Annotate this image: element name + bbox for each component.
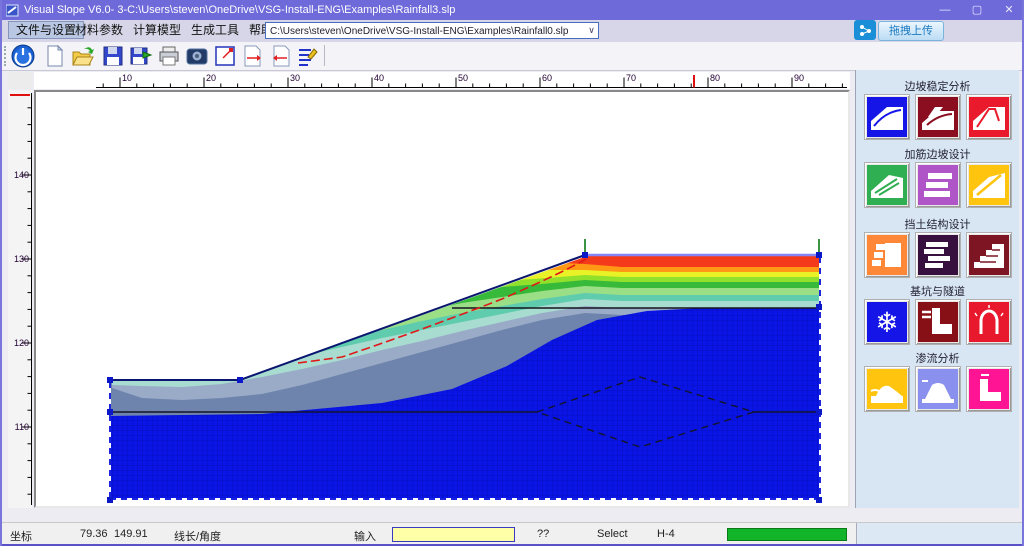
- window-layout-icon[interactable]: [212, 43, 238, 69]
- svg-text:70: 70: [626, 73, 636, 83]
- svg-text:20: 20: [206, 73, 216, 83]
- close-button[interactable]: ✕: [996, 2, 1022, 18]
- horizontal-ruler: 10 20 30 40 50 60 70 80 90: [34, 72, 850, 89]
- toolbar-separator: [324, 45, 325, 66]
- open-folder-icon[interactable]: [70, 43, 96, 69]
- button-slope-stability-soil[interactable]: [864, 94, 910, 140]
- lower-gap: [2, 508, 1024, 522]
- combo-dropdown-arrow-icon[interactable]: ∨: [585, 23, 598, 38]
- analysis-panel: 边坡稳定分析 加筋边坡设计 挡土结构设计 基坑与隧道 渗流分析: [855, 70, 1019, 522]
- command-input-field[interactable]: [392, 527, 515, 542]
- status-unknown-value: ??: [537, 528, 549, 540]
- group-title-seepage-analysis: 渗流分析: [856, 350, 1019, 366]
- group-title-reinforced-slope: 加筋边坡设计: [856, 146, 1019, 162]
- svg-text:40: 40: [374, 73, 384, 83]
- button-slope-stability-block[interactable]: [915, 94, 961, 140]
- progress-bar: [727, 528, 847, 541]
- button-seepage-structure[interactable]: [966, 366, 1012, 412]
- svg-text:30: 30: [290, 73, 300, 83]
- menu-generate-tools[interactable]: 生成工具: [184, 22, 246, 38]
- title-bar: Visual Slope V6.0- 3-C:\Users\steven\One…: [2, 0, 1024, 20]
- group-title-slope-stability: 边坡稳定分析: [856, 78, 1019, 94]
- share-link-icon[interactable]: [854, 20, 876, 40]
- button-reinforced-layers[interactable]: [915, 162, 961, 208]
- vertical-ruler: 140 130 120 110: [8, 90, 32, 508]
- group-title-retaining-structure: 挡土结构设计: [856, 216, 1019, 232]
- button-seepage-embankment[interactable]: [915, 366, 961, 412]
- coord-y-value: 149.91: [114, 528, 148, 540]
- select-mode-label: Select: [597, 528, 628, 540]
- length-angle-label: 线长/角度: [174, 528, 221, 544]
- page-forward-icon[interactable]: [240, 43, 266, 69]
- button-reinforced-slope-gold[interactable]: [966, 162, 1012, 208]
- input-label: 输入: [354, 528, 376, 544]
- group-title-excavation-tunnel: 基坑与隧道: [856, 283, 1019, 299]
- coord-x-value: 79.36: [80, 528, 108, 540]
- capture-icon[interactable]: [184, 43, 210, 69]
- svg-text:80: 80: [710, 73, 720, 83]
- app-icon: [6, 3, 20, 17]
- svg-text:120: 120: [14, 338, 29, 348]
- mode-value: H-4: [657, 528, 675, 540]
- status-bar: 坐标 79.36 149.91 线长/角度 输入 ?? Select H-4: [2, 522, 1024, 545]
- svg-text:10: 10: [122, 73, 132, 83]
- coord-label: 坐标: [10, 528, 32, 544]
- menu-bar: 文件与设置 材料参数 计算模型 生成工具 帮助 C:\Users\steven\…: [2, 20, 1024, 43]
- page-back-icon[interactable]: [268, 43, 294, 69]
- button-excavation-support[interactable]: [915, 299, 961, 345]
- save-as-icon[interactable]: [128, 43, 154, 69]
- svg-text:60: 60: [542, 73, 552, 83]
- maximize-button[interactable]: ▢: [964, 2, 990, 18]
- svg-text:140: 140: [14, 170, 29, 180]
- app-window: Visual Slope V6.0- 3-C:\Users\steven\One…: [0, 0, 1024, 546]
- button-retaining-layers[interactable]: [915, 232, 961, 278]
- svg-text:50: 50: [458, 73, 468, 83]
- button-reinforced-slope-green[interactable]: [864, 162, 910, 208]
- button-retaining-wall-blocks[interactable]: [864, 232, 910, 278]
- edit-list-icon[interactable]: [294, 43, 320, 69]
- snowflake-icon: ❄: [875, 307, 898, 338]
- slope-model-drawing[interactable]: [36, 92, 848, 506]
- button-retaining-stairs[interactable]: [966, 232, 1012, 278]
- print-icon[interactable]: [156, 43, 182, 69]
- svg-text:90: 90: [794, 73, 804, 83]
- button-slope-stability-slip[interactable]: [966, 94, 1012, 140]
- power-icon[interactable]: [10, 43, 36, 69]
- svg-text:130: 130: [14, 254, 29, 264]
- file-path-combobox[interactable]: C:\Users\steven\OneDrive\VSG-Install-ENG…: [265, 22, 599, 39]
- button-ground-freezing[interactable]: ❄: [864, 299, 910, 345]
- button-seepage-dam[interactable]: [864, 366, 910, 412]
- new-file-icon[interactable]: [42, 43, 68, 69]
- save-icon[interactable]: [100, 43, 126, 69]
- status-right-panel: [856, 523, 1024, 545]
- svg-text:110: 110: [15, 422, 29, 432]
- ruler-corner: [8, 72, 32, 89]
- menu-material-params[interactable]: 材料参数: [68, 22, 130, 38]
- toolbar: [2, 42, 1024, 71]
- menu-calc-model[interactable]: 计算模型: [126, 22, 188, 38]
- drag-upload-button[interactable]: 拖拽上传: [878, 21, 944, 41]
- toolbar-grip: [4, 46, 9, 66]
- button-tunnel-arch[interactable]: [966, 299, 1012, 345]
- minimize-button[interactable]: —: [932, 2, 958, 18]
- window-title: Visual Slope V6.0- 3-C:\Users\steven\One…: [24, 4, 455, 16]
